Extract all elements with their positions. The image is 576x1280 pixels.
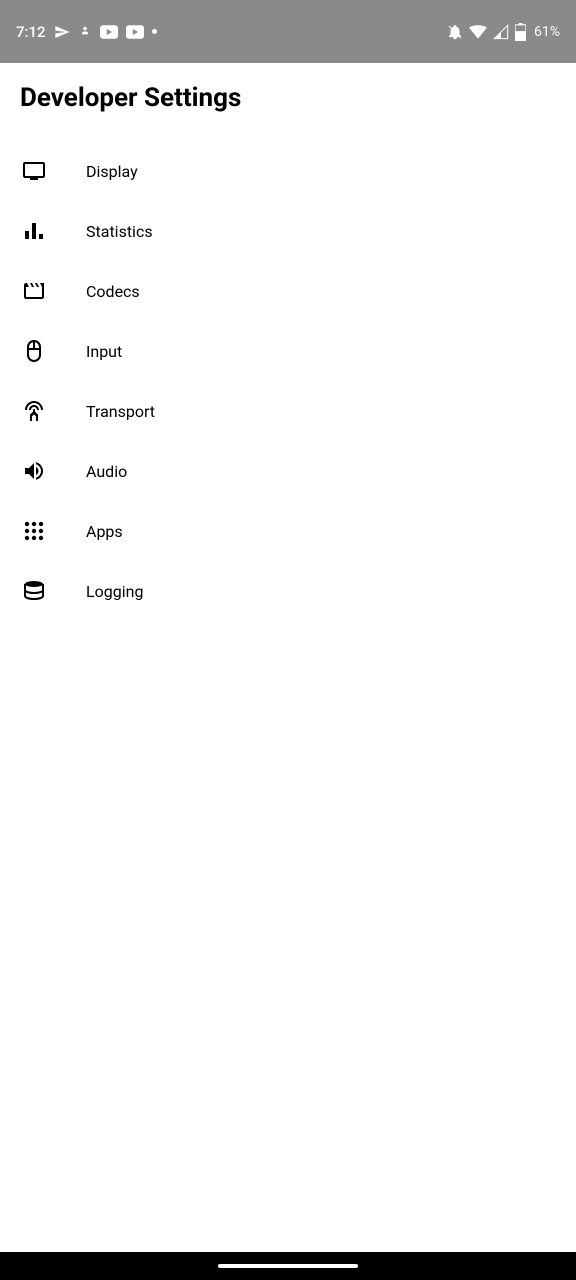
battery-icon (515, 23, 526, 41)
battery-percentage: 61% (534, 24, 560, 40)
menu-item-transport[interactable]: Transport (20, 381, 556, 441)
menu-label: Apps (86, 522, 123, 541)
notification-off-icon (447, 24, 463, 40)
apps-icon (22, 519, 46, 543)
nav-handle (218, 1264, 358, 1268)
input-icon (22, 339, 46, 363)
audio-icon (22, 459, 46, 483)
menu-item-logging[interactable]: Logging (20, 561, 556, 621)
navigation-bar[interactable] (0, 1252, 576, 1280)
status-bar: 7:12 61% (0, 0, 576, 63)
menu-label: Statistics (86, 222, 153, 241)
menu-label: Audio (86, 462, 127, 481)
page-title: Developer Settings (20, 83, 556, 113)
menu-label: Input (86, 342, 122, 361)
status-left: 7:12 (16, 23, 157, 41)
send-icon (54, 24, 70, 40)
youtube-icon-2 (126, 25, 144, 39)
transport-icon (22, 399, 46, 423)
codecs-icon (22, 279, 46, 303)
menu-label: Display (86, 162, 138, 181)
signal-icon (493, 24, 509, 40)
dot-icon (152, 29, 157, 34)
menu-label: Transport (86, 402, 155, 421)
statistics-icon (22, 219, 46, 243)
menu-label: Logging (86, 582, 143, 601)
menu-item-audio[interactable]: Audio (20, 441, 556, 501)
menu-item-apps[interactable]: Apps (20, 501, 556, 561)
person-icon (78, 25, 92, 39)
menu-item-display[interactable]: Display (20, 141, 556, 201)
menu-item-input[interactable]: Input (20, 321, 556, 381)
menu-item-statistics[interactable]: Statistics (20, 201, 556, 261)
youtube-icon (100, 25, 118, 39)
menu-label: Codecs (86, 282, 140, 301)
menu-item-codecs[interactable]: Codecs (20, 261, 556, 321)
content-area: Developer Settings Display Statistics Co… (0, 63, 576, 641)
wifi-icon (469, 25, 487, 39)
status-time: 7:12 (16, 23, 46, 41)
logging-icon (22, 579, 46, 603)
menu-list: Display Statistics Codecs Input Transpor (20, 141, 556, 621)
status-right: 61% (447, 23, 560, 41)
display-icon (22, 159, 46, 183)
